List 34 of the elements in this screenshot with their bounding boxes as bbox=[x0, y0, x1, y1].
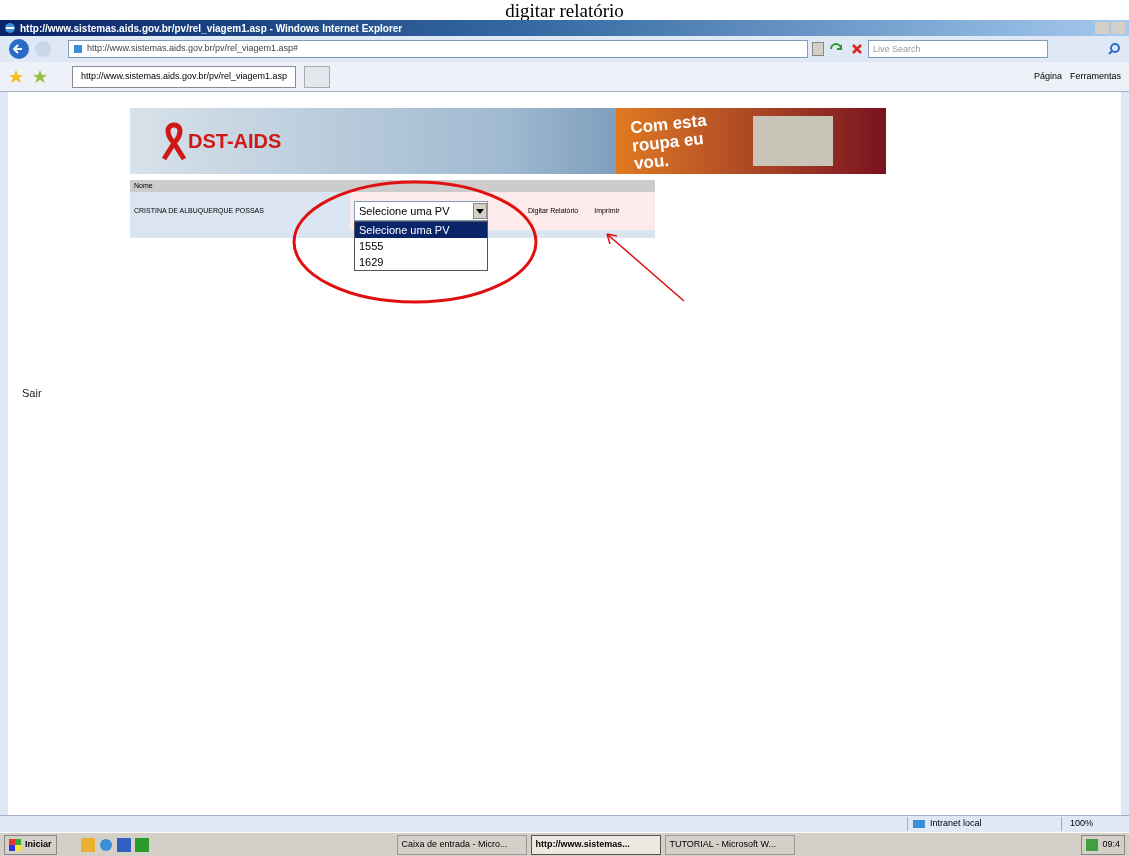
app-icon[interactable] bbox=[134, 837, 149, 852]
search-icon[interactable] bbox=[1107, 42, 1121, 56]
star-icon[interactable] bbox=[8, 68, 24, 85]
window-title: http://www.sistemas.aids.gov.br/pv/rel_viagem1.asp - Windows Internet Explorer bbox=[20, 21, 403, 36]
network-icon bbox=[912, 819, 926, 829]
taskbar-button[interactable]: Caixa de entrada - Micro... bbox=[396, 834, 527, 855]
stop-icon[interactable] bbox=[850, 42, 864, 56]
ribbon-icon bbox=[160, 121, 188, 161]
app-icon[interactable] bbox=[98, 837, 113, 852]
clock: 09:4 bbox=[1102, 837, 1120, 851]
add-favorite-icon[interactable] bbox=[32, 68, 48, 85]
toolbar-menu[interactable]: Página bbox=[1033, 69, 1062, 84]
windows-logo-icon bbox=[9, 838, 21, 851]
dropdown-option[interactable]: Selecione uma PV bbox=[355, 222, 487, 238]
start-button[interactable]: Iniciar bbox=[4, 834, 57, 855]
new-tab-button[interactable] bbox=[303, 65, 330, 88]
zoom-level[interactable]: 100% bbox=[1061, 817, 1121, 831]
security-zone: Intranet local bbox=[930, 817, 982, 831]
exit-link[interactable]: Sair bbox=[22, 385, 42, 402]
tray-icon bbox=[1086, 838, 1099, 851]
app-icon[interactable] bbox=[116, 837, 131, 852]
address-field[interactable]: http://www.sistemas.aids.gov.br/pv/rel_viagem1.asp# bbox=[68, 40, 808, 58]
back-button[interactable] bbox=[8, 38, 30, 60]
caption: digitar relatório bbox=[505, 1, 624, 20]
toolbar-menu[interactable]: Ferramentas bbox=[1069, 69, 1121, 84]
slogan-text: Com esta roupa eu vou. bbox=[629, 109, 709, 174]
logo-text: DST-AIDS bbox=[188, 129, 282, 154]
page-icon bbox=[73, 44, 83, 54]
search-field[interactable]: Live Search bbox=[868, 40, 1048, 58]
browser-tab[interactable]: http://www.sistemas.aids.gov.br/pv/rel_viagem1.asp bbox=[72, 65, 296, 88]
pv-select[interactable]: Selecione uma PV bbox=[354, 201, 488, 221]
taskbar-button[interactable]: http://www.sistemas... bbox=[530, 834, 661, 855]
taskbar-button[interactable]: TUTORIAL - Microsoft W... bbox=[664, 834, 795, 855]
dropdown-button[interactable] bbox=[812, 42, 824, 56]
